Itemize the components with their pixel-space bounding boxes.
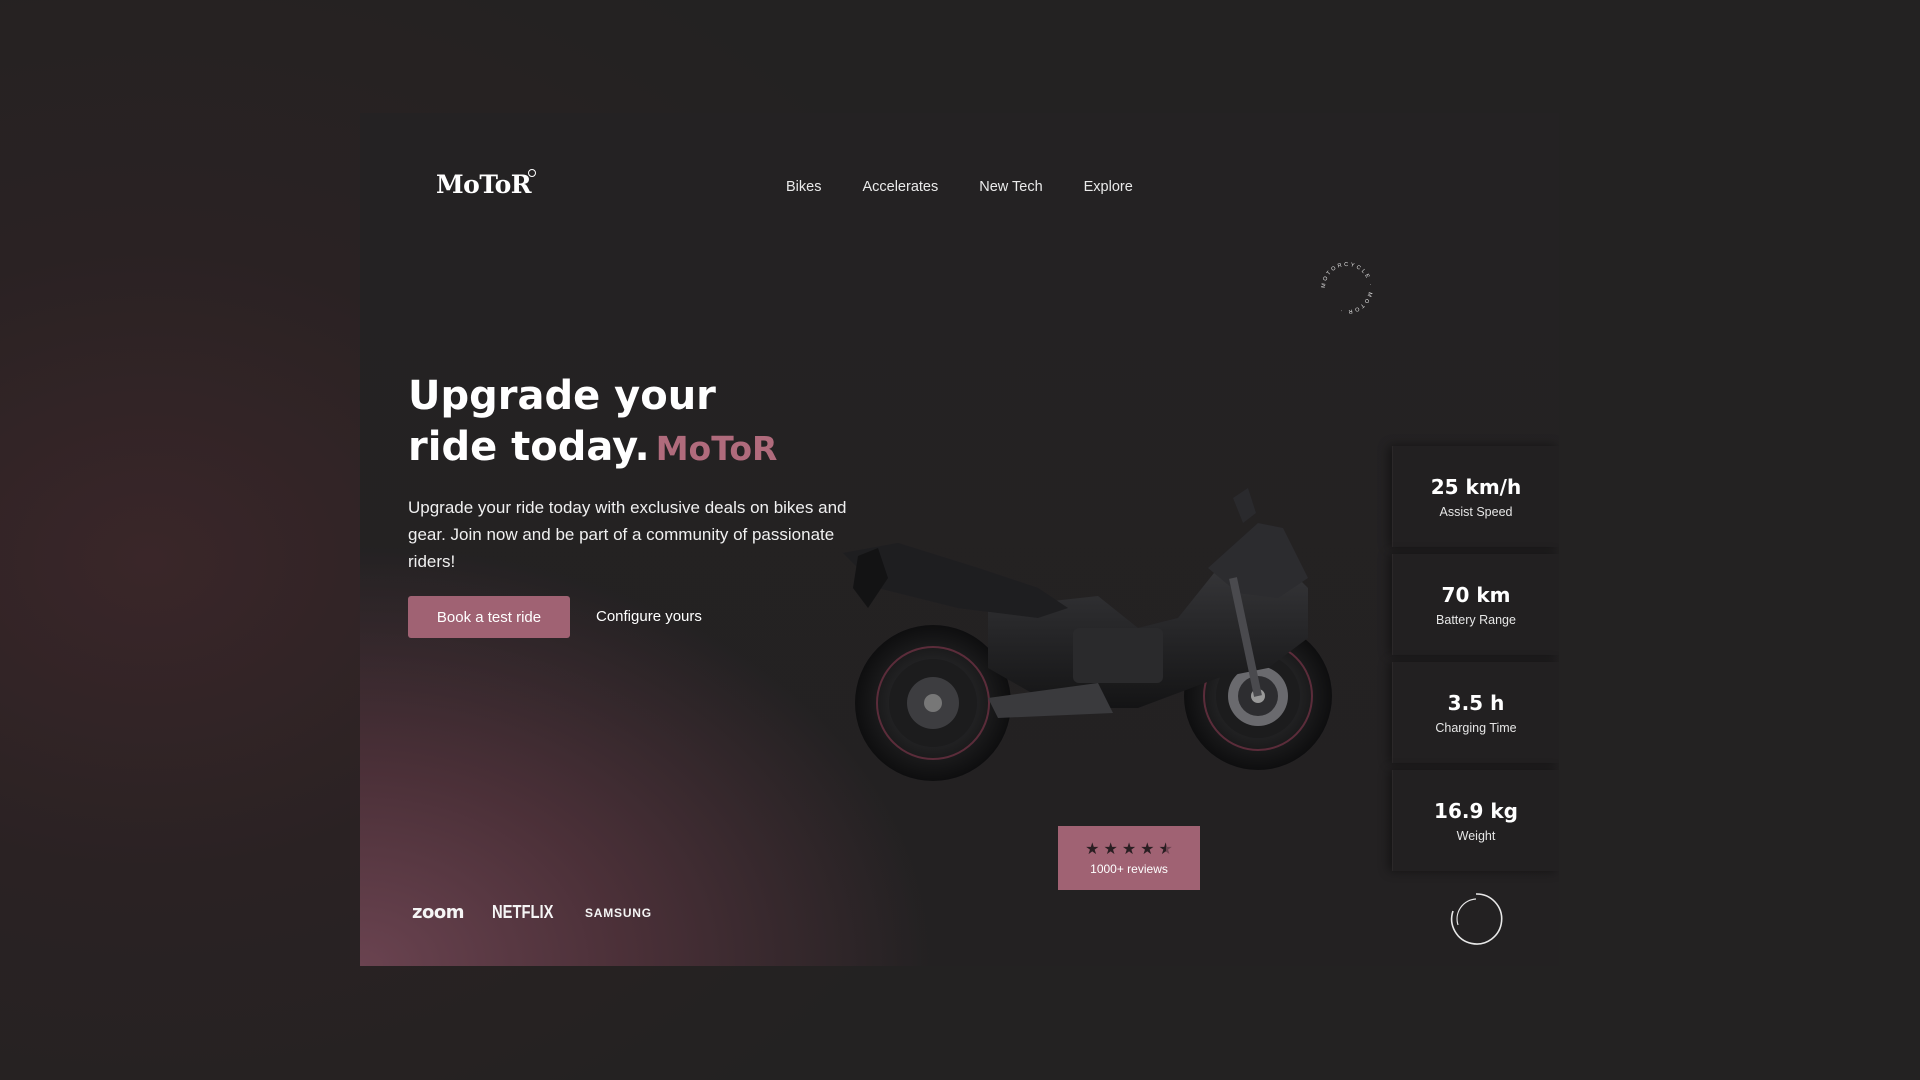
stat-label: Charging Time: [1435, 720, 1517, 735]
spec-panel: 25 km/h Assist Speed 70 km Battery Range…: [1392, 446, 1559, 878]
nav-item-explore[interactable]: Explore: [1084, 179, 1133, 195]
stat-battery-range: 70 km Battery Range: [1392, 554, 1559, 655]
nav-item-accelerates[interactable]: Accelerates: [862, 179, 938, 195]
partner-logos: zoom NETFLIX SAMSUNG: [412, 902, 652, 923]
landing-page: MoToR Bikes Accelerates New Tech Explore…: [360, 113, 1559, 966]
loading-spinner-icon: [1450, 893, 1503, 945]
badge-circle-text: MOTORCYCLE · MOTOR ·: [1321, 262, 1371, 314]
zoom-logo: zoom: [412, 902, 464, 923]
star-icon: ★: [1103, 838, 1118, 858]
star-icon: ★: [1140, 838, 1155, 858]
main-nav: Bikes Accelerates New Tech Explore: [786, 179, 1133, 195]
stat-value: 3.5 h: [1447, 690, 1505, 715]
rating-stars: ★ ★ ★ ★ ★: [1085, 838, 1173, 858]
brand-logo[interactable]: MoToR: [436, 170, 532, 199]
hero-description: Upgrade your ride today with exclusive d…: [408, 498, 847, 571]
hero-title: Upgrade your ride today. MoToR: [408, 371, 777, 474]
book-test-ride-button[interactable]: Book a test ride: [408, 596, 570, 638]
stat-assist-speed: 25 km/h Assist Speed: [1392, 446, 1559, 547]
stat-label: Assist Speed: [1439, 504, 1513, 519]
hero-title-brand: MoToR: [655, 429, 778, 468]
netflix-logo: NETFLIX: [491, 902, 554, 922]
stat-value: 25 km/h: [1430, 474, 1522, 499]
motorcycle-image: [843, 488, 1332, 781]
reviews-count: 1000+ reviews: [1090, 861, 1168, 876]
stat-weight: 16.9 kg Weight: [1392, 770, 1559, 871]
star-icon: ★: [1121, 838, 1137, 858]
rotating-text-badge: MOTORCYCLE · MOTOR ·: [1321, 262, 1373, 314]
reviews-badge[interactable]: ★ ★ ★ ★ ★ 1000+ reviews: [1058, 826, 1200, 890]
hero-title-line1: Upgrade your: [408, 373, 716, 419]
stat-label: Weight: [1456, 828, 1496, 843]
stat-value: 16.9 kg: [1434, 798, 1518, 823]
stat-charging-time: 3.5 h Charging Time: [1392, 662, 1559, 763]
half-star-icon: ★: [1158, 838, 1173, 858]
nav-item-bikes[interactable]: Bikes: [786, 179, 821, 195]
stat-label: Battery Range: [1436, 612, 1516, 627]
configure-yours-link[interactable]: Configure yours: [596, 596, 702, 638]
star-icon: ★: [1085, 838, 1100, 858]
stat-value: 70 km: [1441, 582, 1511, 607]
nav-item-new-tech[interactable]: New Tech: [979, 179, 1042, 195]
hero-title-line2: ride today.: [408, 424, 650, 470]
svg-text:MOTORCYCLE · MOTOR ·: MOTORCYCLE · MOTOR ·: [1321, 262, 1373, 314]
logo-circle-icon: [528, 169, 536, 177]
samsung-logo: SAMSUNG: [584, 905, 652, 920]
